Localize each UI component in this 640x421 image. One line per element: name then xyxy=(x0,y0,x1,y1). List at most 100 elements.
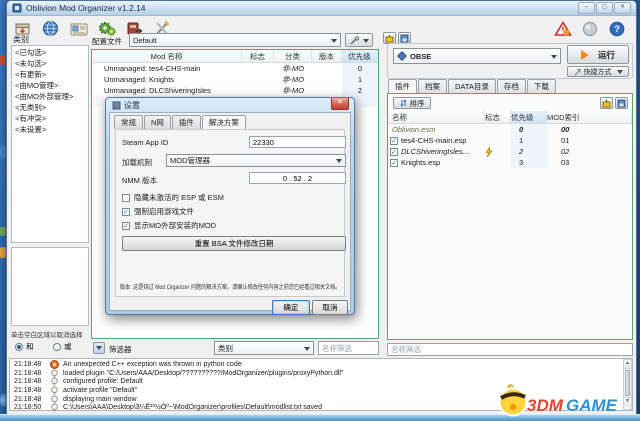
plugin-row[interactable]: tes4-CHS-main.esp 1 01 xyxy=(388,135,632,146)
plugin-list: 名称 标志 优先级 MOD索引 Oblivion.esm 0 00 tes4-C… xyxy=(388,111,632,168)
profile-select[interactable]: Default xyxy=(129,33,341,47)
bulb-icon xyxy=(51,403,58,413)
load-mechanism-select[interactable]: MOD管理器 xyxy=(166,154,346,167)
mod-priority: 2 xyxy=(342,85,378,96)
tab-general[interactable]: 常规 xyxy=(114,115,143,129)
column-name[interactable]: 名称 xyxy=(388,111,485,123)
create-loadorder-backup-button[interactable] xyxy=(615,97,628,109)
column-flags[interactable]: 标志 xyxy=(485,111,511,123)
executable-select[interactable]: OBSE xyxy=(393,48,561,64)
mod-row[interactable]: Unmanaged: DLCShiveringIsles 非-MO 2 xyxy=(92,85,378,96)
restore-loadorder-backup-button[interactable] xyxy=(600,97,613,109)
workarounds-note: 版本: 这是绕过 Mod Organizer 问题的解决方案。请确认修改任何内容… xyxy=(120,285,341,291)
mod-row[interactable]: Unmanaged: tes4-CHS-main 非-MO 0 xyxy=(92,63,378,74)
group-by-select[interactable]: 类别 xyxy=(214,341,314,355)
filter-or-radio[interactable]: 或 xyxy=(53,341,72,352)
scroll-up-icon[interactable]: ▲ xyxy=(624,360,631,369)
column-version[interactable]: 版本 xyxy=(312,50,342,62)
force-enable-checkbox[interactable]: 强制启用游戏文件 xyxy=(122,206,194,217)
plugin-row[interactable]: Oblivion.esm 0 00 xyxy=(388,124,632,135)
bulb-icon xyxy=(51,377,58,387)
sidebar-item-checked[interactable]: <已勾选> xyxy=(13,47,87,58)
filter-and-radio[interactable]: 和 xyxy=(15,341,34,352)
dialog-title: 设置 xyxy=(124,101,140,110)
checkbox-icon xyxy=(122,193,130,202)
close-button[interactable]: ✕ xyxy=(614,2,631,14)
column-mod-index[interactable]: MOD索引 xyxy=(547,111,632,123)
plugin-row[interactable]: Knights.esp 3 03 xyxy=(388,157,632,168)
plugin-checkbox[interactable] xyxy=(390,158,398,167)
run-button[interactable]: 运行 xyxy=(567,45,629,64)
dialog-titlebar[interactable]: 设置 xyxy=(112,99,140,112)
log-time: 21:18:48 xyxy=(14,369,42,377)
sidebar-item-conflict[interactable]: <有冲突> xyxy=(13,113,87,124)
mod-name-filter-input[interactable] xyxy=(318,341,379,355)
tab-archives[interactable]: 档案 xyxy=(418,79,447,93)
nmm-version-input[interactable] xyxy=(249,172,346,184)
plugin-name: DLCShiveringIsles... xyxy=(401,147,469,156)
hide-inactive-checkbox[interactable]: 隐藏未激活的 ESP 或 ESM xyxy=(122,192,224,203)
dialog-close-button[interactable]: ✕ xyxy=(331,98,349,110)
sidebar-item-nocategory[interactable]: <无类别> xyxy=(13,102,87,113)
column-priority[interactable]: 优先级 xyxy=(342,50,378,62)
plugin-flags xyxy=(485,157,511,168)
shortcut-button[interactable]: 快捷方式 xyxy=(567,66,629,77)
log-entry[interactable]: 21:18:48 An unexpected C++ exception was… xyxy=(10,359,632,369)
plugin-checkbox[interactable] xyxy=(390,147,398,156)
checkbox-label: 隐藏未激活的 ESP 或 ESM xyxy=(134,193,224,202)
column-flags[interactable]: 标志 xyxy=(242,50,274,62)
reset-bsa-dates-button[interactable]: 重置 BSA 文件修改日期 xyxy=(122,236,346,251)
chevron-down-icon xyxy=(304,346,310,354)
tab-workarounds[interactable]: 解决方案 xyxy=(201,115,246,130)
tab-plugins[interactable]: 插件 xyxy=(171,115,201,129)
tab-plugins[interactable]: 插件 xyxy=(388,79,417,94)
endorse-button[interactable] xyxy=(580,19,599,38)
mod-list-header: Mod 名称 标志 分类 版本 优先级 xyxy=(92,50,378,63)
steam-app-id-label: Steam App ID xyxy=(122,138,169,147)
profiles-button[interactable] xyxy=(69,19,88,38)
sidebar-item-managed[interactable]: <由MO管理> xyxy=(13,80,87,91)
mod-flags xyxy=(242,85,274,96)
log-message: activate profile "Default" xyxy=(63,386,138,394)
plugin-checkbox[interactable] xyxy=(390,136,398,145)
ok-button[interactable]: 确定 xyxy=(272,300,310,315)
sidebar-item-update[interactable]: <有更新> xyxy=(13,69,87,80)
sidebar-item-notset[interactable]: <未设置> xyxy=(13,124,87,135)
tab-data[interactable]: DATA目录 xyxy=(448,79,496,93)
mod-row[interactable]: Unmanaged: Knights 非-MO 1 xyxy=(92,74,378,85)
tab-downloads[interactable]: 下载 xyxy=(526,79,556,93)
profile-tools-button[interactable] xyxy=(345,33,373,47)
tab-saves[interactable]: 存档 xyxy=(496,79,526,93)
mod-version xyxy=(312,63,342,74)
plugin-index: 00 xyxy=(561,125,570,134)
column-category[interactable]: 分类 xyxy=(274,50,312,62)
maximize-button[interactable]: ▢ xyxy=(596,2,613,14)
selection-listbox[interactable] xyxy=(11,247,89,326)
plugin-name-filter-input[interactable] xyxy=(387,343,633,356)
sort-button[interactable]: 排序 xyxy=(393,97,431,109)
sidebar-item-external[interactable]: <由MO外部管理> xyxy=(13,91,87,102)
mod-category: 非-MO xyxy=(281,75,305,84)
cancel-button[interactable]: 取消 xyxy=(312,300,348,315)
notifications-button[interactable] xyxy=(553,19,572,38)
filter-collapse-button[interactable] xyxy=(93,342,105,354)
svg-text:?: ? xyxy=(614,24,620,34)
endorse-icon xyxy=(582,21,597,36)
log-time: 21:18:48 xyxy=(14,395,42,403)
checkbox-icon xyxy=(122,221,130,230)
nexus-button[interactable] xyxy=(41,19,60,38)
help-button[interactable]: ? xyxy=(607,19,626,38)
steam-app-id-input[interactable] xyxy=(249,136,346,148)
show-external-checkbox[interactable]: 显示MO外部安装的MOD xyxy=(122,220,216,231)
restore-backup-icon xyxy=(602,99,611,107)
plugin-row[interactable]: DLCShiveringIsles... 2 02 xyxy=(388,146,632,157)
window-titlebar[interactable]: Oblivion Mod Organizer v1.2.14 – ▢ ✕ xyxy=(7,1,636,16)
column-mod-name[interactable]: Mod 名称 xyxy=(92,50,242,62)
profile-card-icon xyxy=(70,23,87,35)
log-entry[interactable]: 21:18:48 loaded plugin "C:/Users/AAA/Des… xyxy=(10,369,632,378)
create-backup-icon xyxy=(400,34,409,42)
column-priority[interactable]: 优先级 xyxy=(511,111,547,123)
sidebar-item-unchecked[interactable]: <未勾选> xyxy=(13,58,87,69)
tab-nexus[interactable]: N网 xyxy=(144,115,171,129)
minimize-button[interactable]: – xyxy=(578,2,595,14)
